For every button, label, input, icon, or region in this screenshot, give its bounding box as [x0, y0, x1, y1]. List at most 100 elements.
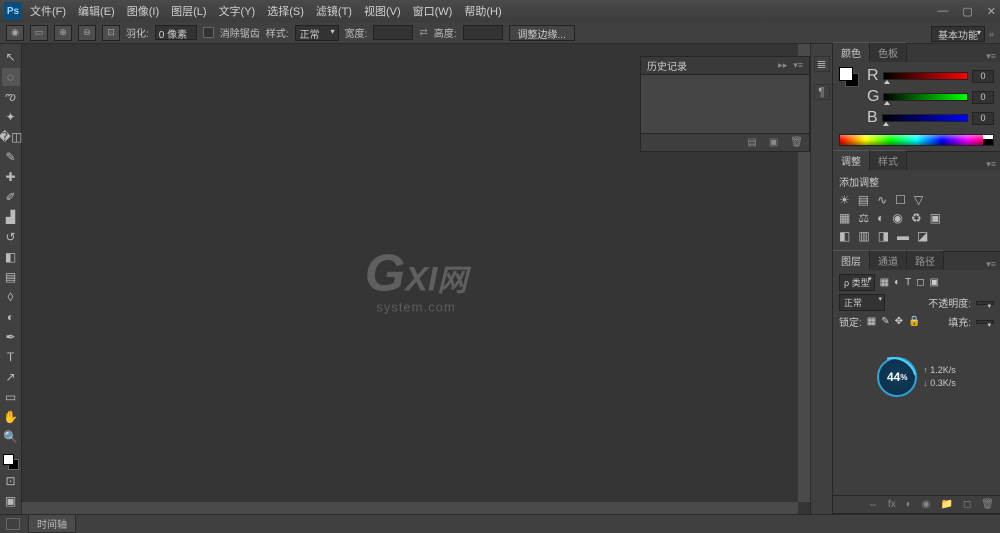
blur-tool-icon[interactable]: ◊ — [2, 288, 20, 306]
r-value[interactable]: 0 — [972, 70, 994, 83]
b-value[interactable]: 0 — [972, 112, 994, 125]
heal-tool-icon[interactable]: ✚ — [2, 168, 20, 186]
lock-pos-icon[interactable]: ✥ — [895, 316, 903, 327]
eraser-tool-icon[interactable]: ◧ — [2, 248, 20, 266]
filter-smart-icon[interactable]: ▣ — [930, 277, 939, 288]
brush-tool-icon[interactable]: ✐ — [2, 188, 20, 206]
refine-edge-button[interactable]: 调整边缘... — [509, 25, 575, 41]
menu-filter[interactable]: 滤镜(T) — [316, 3, 352, 19]
timeline-tab[interactable]: 时间轴 — [28, 514, 76, 533]
r-slider[interactable] — [883, 72, 968, 80]
menu-window[interactable]: 窗口(W) — [413, 3, 453, 19]
history-brush-tool-icon[interactable]: ↺ — [2, 228, 20, 246]
adj-bw-icon[interactable]: ◐ — [877, 211, 884, 225]
dock-char-icon[interactable]: ≣ — [814, 56, 830, 72]
fill-input[interactable] — [976, 320, 994, 324]
layer-kind-select[interactable]: ρ 类型 — [839, 274, 875, 291]
workspace-menu-icon[interactable]: » — [989, 29, 994, 39]
quickmask-icon[interactable]: ⊡ — [2, 472, 20, 490]
opacity-input[interactable] — [976, 301, 994, 305]
menu-view[interactable]: 视图(V) — [364, 3, 401, 19]
crop-tool-icon[interactable]: �◫ — [2, 128, 20, 146]
history-collapse-icon[interactable]: ▸▸ — [778, 60, 787, 71]
adj-posterize-icon[interactable]: ▥ — [858, 229, 869, 243]
path-tool-icon[interactable]: ↗ — [2, 368, 20, 386]
history-trash-icon[interactable]: 🗑 — [790, 137, 803, 148]
g-value[interactable]: 0 — [972, 91, 994, 104]
adj-selective-icon[interactable]: ◪ — [917, 229, 928, 243]
pen-tool-icon[interactable]: ✒ — [2, 328, 20, 346]
move-tool-icon[interactable]: ↖ — [2, 48, 20, 66]
menu-image[interactable]: 图像(I) — [127, 3, 159, 19]
tab-layers[interactable]: 图层 — [833, 250, 870, 270]
history-snapshot-icon[interactable]: ▣ — [769, 137, 778, 148]
color-swatch[interactable] — [3, 454, 19, 470]
shape-tool-icon[interactable]: ▭ — [2, 388, 20, 406]
tab-paths[interactable]: 路径 — [907, 250, 944, 270]
stamp-tool-icon[interactable]: ▟ — [2, 208, 20, 226]
selection-new-icon[interactable]: ▭ — [30, 25, 48, 41]
lasso-tool-icon[interactable]: ఌ — [2, 88, 20, 106]
adj-mixer-icon[interactable]: ♻ — [911, 211, 922, 225]
close-icon[interactable]: ✕ — [987, 5, 996, 18]
adj-balance-icon[interactable]: ⚖ — [858, 211, 869, 225]
zoom-tool-icon[interactable]: 🔍 — [2, 428, 20, 446]
layer-trash-icon[interactable]: 🗑 — [981, 499, 994, 510]
layer-new-icon[interactable]: ◻ — [963, 499, 971, 510]
adj-hue-icon[interactable]: ▦ — [839, 211, 850, 225]
filter-type-icon[interactable]: T — [905, 277, 911, 288]
status-doc-icon[interactable] — [6, 518, 20, 530]
b-slider[interactable] — [882, 114, 968, 122]
selection-intersect-icon[interactable]: ⊡ — [102, 25, 120, 41]
adj-exposure-icon[interactable]: ☐ — [895, 193, 906, 207]
lock-pixel-icon[interactable]: ✎ — [881, 316, 889, 327]
filter-adj-icon[interactable]: ◐ — [894, 277, 900, 288]
menu-edit[interactable]: 编辑(E) — [78, 3, 115, 19]
blend-mode-select[interactable]: 正常 — [839, 294, 885, 311]
history-tab[interactable]: 历史记录 — [647, 58, 687, 73]
scrollbar-horizontal[interactable] — [22, 502, 798, 514]
filter-shape-icon[interactable]: ◻ — [916, 277, 924, 288]
style-select[interactable]: 正常 — [295, 25, 339, 41]
layers-panel-menu-icon[interactable]: ▾≡ — [982, 259, 1000, 270]
workspace-select[interactable]: 基本功能 — [931, 26, 985, 42]
marquee-tool-icon[interactable]: ◌ — [2, 68, 20, 86]
adj-vibrance-icon[interactable]: ▽ — [914, 193, 923, 207]
lock-all-icon[interactable]: 🔒 — [908, 316, 920, 327]
adj-photo-icon[interactable]: ◉ — [892, 211, 902, 225]
fg-color-icon[interactable] — [3, 454, 14, 465]
adj-invert-icon[interactable]: ◧ — [839, 229, 850, 243]
screenmode-icon[interactable]: ▣ — [2, 492, 20, 510]
gradient-tool-icon[interactable]: ▤ — [2, 268, 20, 286]
type-tool-icon[interactable]: T — [2, 348, 20, 366]
feather-input[interactable]: 0 像素 — [155, 25, 197, 40]
menu-select[interactable]: 选择(S) — [267, 3, 304, 19]
filter-pixel-icon[interactable]: ▦ — [880, 277, 889, 288]
dock-para-icon[interactable]: ¶ — [814, 84, 830, 100]
tab-adjustments[interactable]: 调整 — [833, 150, 870, 170]
adj-brightness-icon[interactable]: ☀ — [839, 193, 850, 207]
tool-preset-icon[interactable]: ◉ — [6, 25, 24, 41]
history-doc-icon[interactable]: ▤ — [747, 137, 756, 148]
menu-file[interactable]: 文件(F) — [30, 3, 66, 19]
selection-add-icon[interactable]: ⊕ — [54, 25, 72, 41]
lock-trans-icon[interactable]: ▦ — [867, 316, 876, 327]
eyedropper-tool-icon[interactable]: ✎ — [2, 148, 20, 166]
layer-mask-icon[interactable]: ◐ — [906, 499, 912, 510]
adj-curves-icon[interactable]: ∿ — [877, 193, 887, 207]
height-input[interactable] — [463, 25, 503, 40]
menu-type[interactable]: 文字(Y) — [219, 3, 256, 19]
layer-group-icon[interactable]: 📁 — [941, 499, 953, 510]
maximize-icon[interactable]: ▢ — [962, 5, 972, 18]
adj-threshold-icon[interactable]: ◨ — [878, 229, 889, 243]
swap-wh-icon[interactable]: ⇄ — [419, 27, 427, 38]
spectrum-strip[interactable] — [839, 134, 994, 146]
adjust-panel-menu-icon[interactable]: ▾≡ — [982, 159, 1000, 170]
layer-adj-icon[interactable]: ◉ — [922, 499, 931, 510]
tab-color[interactable]: 颜色 — [833, 42, 870, 62]
color-preview[interactable] — [839, 67, 859, 87]
width-input[interactable] — [373, 25, 413, 40]
antialias-checkbox[interactable] — [203, 27, 214, 38]
dodge-tool-icon[interactable]: ◐ — [2, 308, 20, 326]
tab-swatches[interactable]: 色板 — [870, 42, 907, 62]
